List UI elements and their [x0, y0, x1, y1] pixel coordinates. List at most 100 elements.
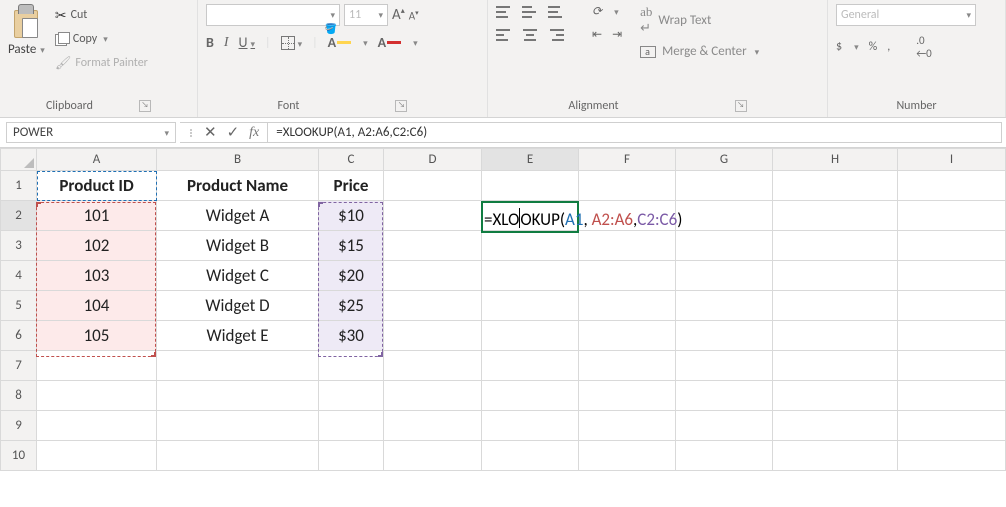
row-header-8[interactable]: 8: [1, 381, 37, 411]
align-middle-icon[interactable]: [522, 6, 538, 18]
cell-I2[interactable]: [898, 201, 1006, 231]
row-header-1[interactable]: 1: [1, 171, 37, 201]
increase-indent-icon[interactable]: ⇥: [612, 27, 622, 42]
cell-F10[interactable]: [579, 441, 676, 471]
dialog-launcher-icon[interactable]: [139, 100, 151, 112]
cell-H10[interactable]: [773, 441, 898, 471]
cell-C1[interactable]: Price: [319, 171, 384, 201]
format-painter-button[interactable]: Format Painter: [51, 52, 152, 74]
cell-E8[interactable]: [482, 381, 579, 411]
cell-F5[interactable]: [579, 291, 676, 321]
cell-E4[interactable]: [482, 261, 579, 291]
cell-B9[interactable]: [157, 411, 319, 441]
wrap-text-button[interactable]: ab↵ Wrap Text: [640, 4, 759, 36]
cell-B10[interactable]: [157, 441, 319, 471]
cell-D10[interactable]: [384, 441, 482, 471]
font-color-button[interactable]: A: [378, 34, 401, 51]
cell-A1[interactable]: Product ID: [37, 171, 157, 201]
cell-E3[interactable]: [482, 231, 579, 261]
cell-I8[interactable]: [898, 381, 1006, 411]
align-top-icon[interactable]: [496, 6, 512, 18]
name-box[interactable]: POWER: [6, 122, 176, 143]
cell-H4[interactable]: [773, 261, 898, 291]
cell-H6[interactable]: [773, 321, 898, 351]
cell-A4[interactable]: 103: [37, 261, 157, 291]
cell-D4[interactable]: [384, 261, 482, 291]
select-all-corner[interactable]: [1, 149, 37, 171]
cell-F4[interactable]: [579, 261, 676, 291]
cell-H3[interactable]: [773, 231, 898, 261]
worksheet-grid[interactable]: A B C D E F G H I 1 Product ID Product N…: [0, 148, 1006, 471]
cell-F7[interactable]: [579, 351, 676, 381]
cell-G10[interactable]: [676, 441, 773, 471]
col-header-A[interactable]: A: [37, 149, 157, 171]
fill-color-button[interactable]: 🪣A: [328, 34, 351, 51]
cell-I6[interactable]: [898, 321, 1006, 351]
row-header-3[interactable]: 3: [1, 231, 37, 261]
cell-I7[interactable]: [898, 351, 1006, 381]
copy-button[interactable]: Copy: [51, 28, 152, 50]
dialog-launcher-icon[interactable]: [395, 100, 407, 112]
cell-C6[interactable]: $30: [319, 321, 384, 351]
cell-D9[interactable]: [384, 411, 482, 441]
cell-H2[interactable]: [773, 201, 898, 231]
cell-C4[interactable]: $20: [319, 261, 384, 291]
cell-G8[interactable]: [676, 381, 773, 411]
cell-B4[interactable]: Widget C: [157, 261, 319, 291]
align-center-icon[interactable]: [522, 29, 538, 41]
cell-A2[interactable]: 101: [37, 201, 157, 231]
align-right-icon[interactable]: [548, 29, 564, 41]
cell-D1[interactable]: [384, 171, 482, 201]
cell-B5[interactable]: Widget D: [157, 291, 319, 321]
cell-D3[interactable]: [384, 231, 482, 261]
font-size-combo[interactable]: 11: [344, 4, 388, 26]
cell-F3[interactable]: [579, 231, 676, 261]
cell-I9[interactable]: [898, 411, 1006, 441]
cell-F9[interactable]: [579, 411, 676, 441]
cell-E7[interactable]: [482, 351, 579, 381]
col-header-D[interactable]: D: [384, 149, 482, 171]
cell-A6[interactable]: 105: [37, 321, 157, 351]
cut-button[interactable]: Cut: [51, 4, 152, 26]
row-header-6[interactable]: 6: [1, 321, 37, 351]
italic-button[interactable]: I: [224, 35, 229, 51]
comma-button[interactable]: ,: [887, 40, 890, 54]
cell-E10[interactable]: [482, 441, 579, 471]
orientation-button[interactable]: ⟳: [592, 4, 602, 19]
decrease-font-icon[interactable]: A▾: [409, 8, 419, 23]
cell-E5[interactable]: [482, 291, 579, 321]
cell-E6[interactable]: [482, 321, 579, 351]
col-header-H[interactable]: H: [773, 149, 898, 171]
increase-font-icon[interactable]: A▴: [392, 6, 405, 24]
cell-I5[interactable]: [898, 291, 1006, 321]
col-header-I[interactable]: I: [898, 149, 1006, 171]
decrease-indent-icon[interactable]: ⇤: [592, 27, 602, 42]
cell-F1[interactable]: [579, 171, 676, 201]
cell-G1[interactable]: [676, 171, 773, 201]
bold-button[interactable]: B: [206, 34, 214, 51]
row-header-10[interactable]: 10: [1, 441, 37, 471]
cell-G4[interactable]: [676, 261, 773, 291]
cancel-icon[interactable]: ✕: [204, 123, 217, 142]
cell-D8[interactable]: [384, 381, 482, 411]
cell-H7[interactable]: [773, 351, 898, 381]
cell-G3[interactable]: [676, 231, 773, 261]
row-header-4[interactable]: 4: [1, 261, 37, 291]
cell-B2[interactable]: Widget A: [157, 201, 319, 231]
merge-center-button[interactable]: Merge & Center: [640, 44, 759, 59]
cell-A3[interactable]: 102: [37, 231, 157, 261]
cell-G6[interactable]: [676, 321, 773, 351]
cell-I10[interactable]: [898, 441, 1006, 471]
cell-A8[interactable]: [37, 381, 157, 411]
cell-D5[interactable]: [384, 291, 482, 321]
cell-C10[interactable]: [319, 441, 384, 471]
cell-B3[interactable]: Widget B: [157, 231, 319, 261]
cell-B8[interactable]: [157, 381, 319, 411]
cell-A10[interactable]: [37, 441, 157, 471]
cell-D2[interactable]: [384, 201, 482, 231]
cell-C3[interactable]: $15: [319, 231, 384, 261]
dialog-launcher-icon[interactable]: [735, 100, 747, 112]
percent-button[interactable]: %: [869, 40, 878, 54]
cell-E2[interactable]: =XLOOKUP(A1, A2:A6,C2:C6): [482, 201, 579, 231]
cell-B7[interactable]: [157, 351, 319, 381]
